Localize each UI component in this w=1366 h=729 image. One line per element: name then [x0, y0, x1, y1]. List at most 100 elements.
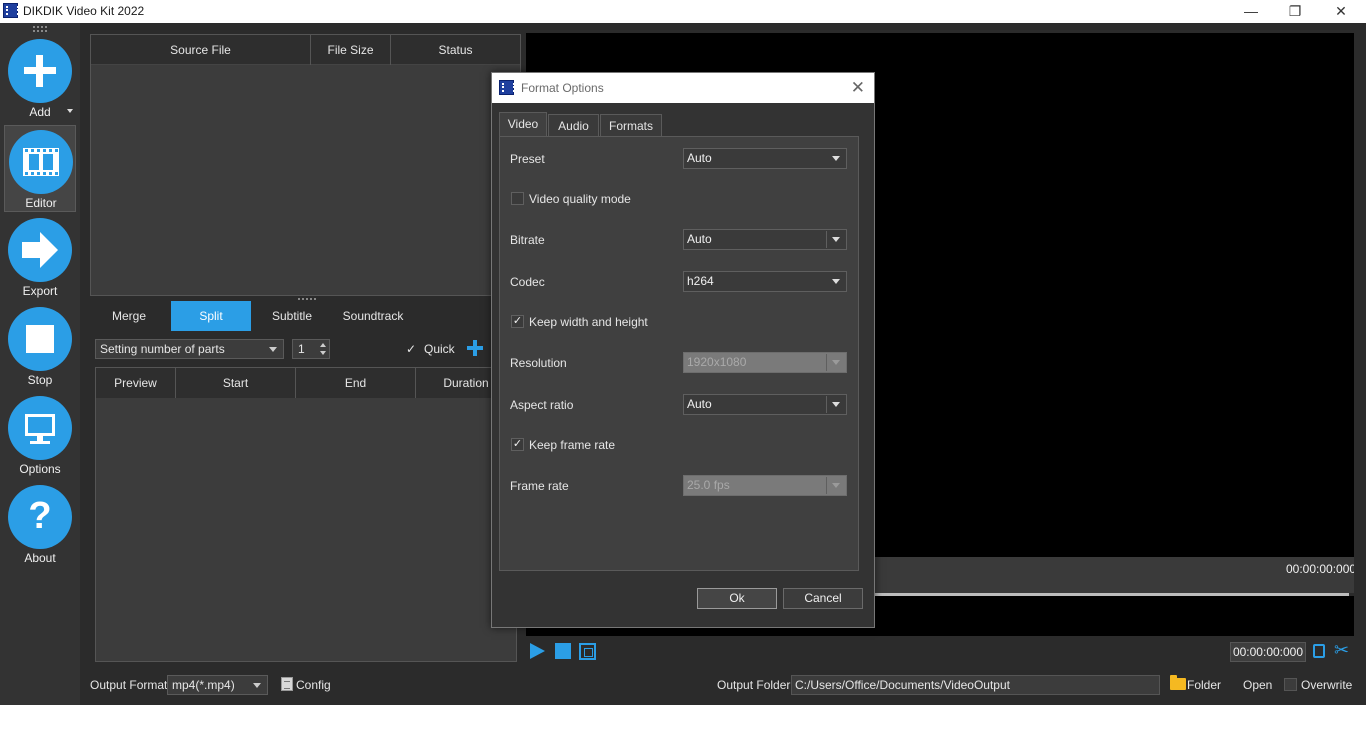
- sidebar-item-label: Stop: [27, 373, 53, 387]
- config-button[interactable]: Config: [296, 678, 331, 692]
- sidebar-item-label: About: [24, 551, 56, 565]
- output-format-select[interactable]: mp4(*.mp4): [167, 675, 268, 695]
- overwrite-checkbox[interactable]: [1284, 678, 1297, 691]
- aspect-ratio-value: Auto: [687, 397, 712, 411]
- aspect-ratio-select[interactable]: Auto: [683, 394, 847, 415]
- tab-audio[interactable]: Audio: [548, 114, 599, 137]
- current-time-display: 00:00:00:000: [1286, 562, 1357, 576]
- app-icon: [3, 3, 19, 18]
- tab-split[interactable]: Split: [171, 301, 251, 331]
- source-file-list[interactable]: Source File File Size Status: [90, 34, 521, 296]
- output-folder-label: Output Folder: [717, 678, 791, 692]
- chevron-down-icon: [269, 347, 277, 352]
- tab-merge[interactable]: Merge: [90, 301, 168, 331]
- keep-frame-rate-checkbox[interactable]: ✓: [511, 438, 524, 451]
- close-icon[interactable]: ✕: [851, 78, 865, 98]
- app-icon: [499, 80, 515, 95]
- resolution-select[interactable]: 1920x1080: [683, 352, 847, 373]
- parts-table-header: Preview Start End Duration: [96, 368, 516, 398]
- column-header-end[interactable]: End: [296, 368, 416, 398]
- right-edge-strip: [1354, 33, 1366, 633]
- sidebar: Add Editor Export Stop Options ? About: [0, 23, 80, 705]
- bitrate-value: Auto: [687, 232, 712, 246]
- fit-screen-icon[interactable]: [579, 643, 596, 660]
- keep-width-height-checkbox[interactable]: ✓: [511, 315, 524, 328]
- output-format-value: mp4(*.mp4): [172, 678, 235, 692]
- quick-label: Quick: [424, 342, 455, 356]
- codec-select[interactable]: h264: [683, 271, 847, 292]
- sidebar-item-export[interactable]: Export: [4, 214, 76, 301]
- spin-up-icon[interactable]: [320, 343, 326, 347]
- parts-count-stepper[interactable]: 1: [292, 339, 330, 359]
- column-header-start[interactable]: Start: [176, 368, 296, 398]
- tab-formats[interactable]: Formats: [600, 114, 662, 137]
- time-position-field[interactable]: 00:00:00:000: [1230, 642, 1306, 662]
- video-settings-panel: Preset Auto Video quality mode Bitrate A…: [499, 136, 859, 571]
- window-title: DIKDIK Video Kit 2022: [23, 4, 145, 18]
- column-header-preview[interactable]: Preview: [96, 368, 176, 398]
- keep-frame-rate-label: Keep frame rate: [529, 438, 616, 452]
- frame-rate-value: 25.0 fps: [687, 478, 730, 492]
- resolution-label: Resolution: [510, 356, 567, 370]
- parts-table[interactable]: Preview Start End Duration: [95, 367, 517, 662]
- chevron-down-icon: [832, 402, 840, 407]
- chevron-down-icon: [253, 683, 261, 688]
- tab-video[interactable]: Video: [499, 112, 547, 138]
- taskbar-strip: [0, 705, 1366, 729]
- minimize-button[interactable]: —: [1228, 0, 1274, 23]
- column-header-source-file[interactable]: Source File: [91, 35, 311, 65]
- sidebar-item-label: Editor: [25, 196, 57, 210]
- folder-button[interactable]: Folder: [1187, 678, 1221, 692]
- sidebar-item-options[interactable]: Options: [4, 392, 76, 479]
- add-part-icon[interactable]: [467, 340, 483, 356]
- output-format-label: Output Format: [90, 678, 168, 692]
- aspect-ratio-label: Aspect ratio: [510, 398, 574, 412]
- sidebar-item-stop[interactable]: Stop: [4, 303, 76, 390]
- question-icon: ?: [8, 485, 72, 549]
- sidebar-item-label: Options: [19, 462, 61, 476]
- overwrite-label: Overwrite: [1301, 678, 1353, 692]
- open-button[interactable]: Open: [1243, 678, 1272, 692]
- play-icon[interactable]: [530, 643, 545, 659]
- column-header-file-size[interactable]: File Size: [311, 35, 391, 65]
- sidebar-item-label: Export: [22, 284, 58, 298]
- tab-soundtrack[interactable]: Soundtrack: [333, 301, 413, 331]
- codec-value: h264: [687, 274, 714, 288]
- stop-icon: [8, 307, 72, 371]
- preset-label: Preset: [510, 152, 545, 166]
- sidebar-item-add[interactable]: Add: [4, 35, 76, 122]
- folder-icon[interactable]: [1170, 675, 1186, 690]
- plus-icon: [8, 39, 72, 103]
- preset-value: Auto: [687, 151, 712, 165]
- copy-icon[interactable]: [1313, 644, 1325, 658]
- spin-down-icon[interactable]: [320, 351, 326, 355]
- ok-button[interactable]: Ok: [697, 588, 777, 609]
- resolution-value: 1920x1080: [687, 355, 747, 369]
- quick-checkbox[interactable]: ✓: [406, 342, 420, 356]
- frame-rate-select[interactable]: 25.0 fps: [683, 475, 847, 496]
- dialog-titlebar: Format Options ✕: [492, 73, 874, 103]
- film-icon: [9, 130, 73, 194]
- chevron-down-icon: [832, 279, 840, 284]
- cancel-button[interactable]: Cancel: [783, 588, 863, 609]
- close-button[interactable]: ✕: [1318, 0, 1364, 23]
- output-folder-field[interactable]: C:/Users/Office/Documents/VideoOutput: [791, 675, 1160, 695]
- source-table-header: Source File File Size Status: [91, 35, 520, 65]
- chevron-down-icon: [832, 360, 840, 365]
- stop-playback-icon[interactable]: [555, 643, 571, 659]
- monitor-icon: [8, 396, 72, 460]
- chevron-down-icon: [832, 237, 840, 242]
- scissors-icon[interactable]: ✂: [1334, 640, 1349, 660]
- config-icon[interactable]: [281, 677, 293, 691]
- sidebar-item-editor[interactable]: Editor: [4, 125, 76, 212]
- sidebar-item-about[interactable]: ? About: [4, 481, 76, 568]
- split-mode-select[interactable]: Setting number of parts: [95, 339, 284, 359]
- dropdown-caret-icon[interactable]: [67, 109, 73, 113]
- video-quality-mode-checkbox[interactable]: [511, 192, 524, 205]
- preset-select[interactable]: Auto: [683, 148, 847, 169]
- toolbar-grip[interactable]: [33, 26, 47, 32]
- tab-subtitle[interactable]: Subtitle: [253, 301, 331, 331]
- maximize-button[interactable]: ❐: [1272, 0, 1318, 23]
- column-header-status[interactable]: Status: [391, 35, 520, 65]
- bitrate-select[interactable]: Auto: [683, 229, 847, 250]
